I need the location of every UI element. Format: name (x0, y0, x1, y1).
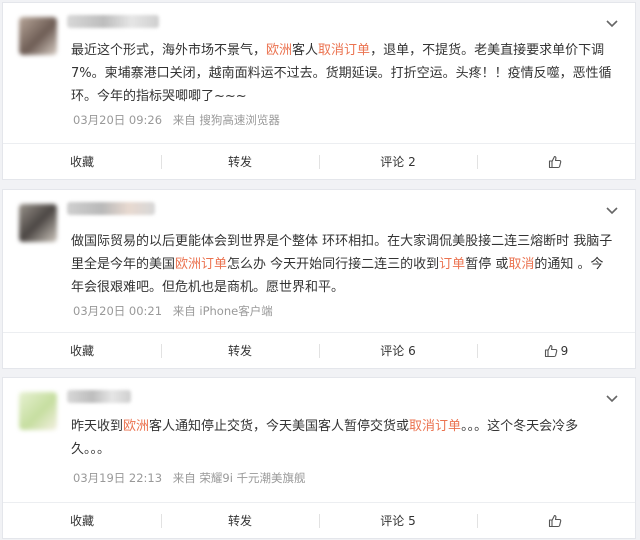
keyword-highlight[interactable]: 欧洲订单 (175, 257, 227, 272)
favorite-label: 收藏 (69, 514, 94, 528)
chevron-down-icon[interactable] (605, 17, 619, 31)
comment-card: 昨天收到欧洲客人通知停止交货，今天美国客人暂停交货或取消订单。。。这个冬天会冷多… (2, 377, 636, 539)
text-segment: 暂停 或 (465, 257, 509, 272)
action-bar: 收藏 转发 评论 2 (3, 143, 635, 179)
timestamp[interactable]: 03月20日 09:26 (73, 113, 162, 127)
comment-meta: 03月20日 09:26 来自 搜狗高速浏览器 (73, 112, 287, 128)
action-bar: 收藏 转发 评论 5 (3, 502, 635, 538)
comment-text: 昨天收到欧洲客人通知停止交货，今天美国客人暂停交货或取消订单。。。这个冬天会冷多… (71, 415, 613, 461)
avatar[interactable] (19, 17, 57, 55)
comment-meta: 03月19日 22:13 来自 荣耀9i 千元潮美旗舰 (73, 470, 313, 486)
favorite-button[interactable]: 收藏 (3, 333, 161, 368)
forward-button[interactable]: 转发 (161, 503, 319, 538)
comment-meta: 03月20日 00:21 来自 iPhone客户端 (73, 303, 280, 319)
username-blurred[interactable] (67, 15, 159, 28)
keyword-highlight[interactable]: 取消订单 (409, 419, 461, 434)
text-segment: 客人通知停止交货，今天美国客人暂停交货或 (149, 419, 410, 434)
comment-button[interactable]: 评论 2 (319, 144, 477, 179)
keyword-highlight[interactable]: 订单 (439, 257, 465, 272)
forward-button[interactable]: 转发 (161, 144, 319, 179)
thumbs-up-icon (548, 155, 561, 168)
like-count: 9 (560, 343, 569, 358)
favorite-button[interactable]: 收藏 (3, 503, 161, 538)
username-blurred[interactable] (67, 202, 155, 215)
comment-card: 最近这个形式，海外市场不景气，欧洲客人取消订单，退单，不提货。老美直接要求单价下… (2, 2, 636, 180)
keyword-highlight[interactable]: 欧洲 (123, 419, 149, 434)
favorite-button[interactable]: 收藏 (3, 144, 161, 179)
like-button[interactable]: 9 (477, 333, 635, 368)
like-button[interactable] (477, 144, 635, 179)
source-client: 来自 iPhone客户端 (172, 304, 273, 318)
username-blurred[interactable] (67, 390, 131, 403)
text-segment: 怎么办 今天开始同行接二连三的收到 (227, 257, 440, 272)
like-button[interactable] (477, 503, 635, 538)
keyword-highlight[interactable]: 取消订单 (318, 43, 370, 58)
comment-button[interactable]: 评论 6 (319, 333, 477, 368)
source-client: 来自 搜狗高速浏览器 (172, 113, 280, 127)
keyword-highlight[interactable]: 欧洲 (266, 43, 292, 58)
comment-text: 最近这个形式，海外市场不景气，欧洲客人取消订单，退单，不提货。老美直接要求单价下… (71, 39, 613, 108)
keyword-highlight[interactable]: 取消 (508, 257, 534, 272)
comment-card: 做国际贸易的以后更能体会到世界是个整体 环环相扣。在大家调侃美股接二连三熔断时 … (2, 189, 636, 369)
thumbs-up-icon (544, 344, 557, 357)
source-client: 来自 荣耀9i 千元潮美旗舰 (172, 471, 306, 485)
timestamp[interactable]: 03月19日 22:13 (73, 471, 162, 485)
favorite-label: 收藏 (69, 155, 94, 169)
action-bar: 收藏 转发 评论 6 9 (3, 332, 635, 368)
comment-count-label: 评论 6 (380, 344, 416, 358)
avatar[interactable] (19, 392, 57, 430)
favorite-label: 收藏 (69, 344, 94, 358)
comment-count-label: 评论 2 (380, 155, 416, 169)
chevron-down-icon[interactable] (605, 392, 619, 406)
comment-button[interactable]: 评论 5 (319, 503, 477, 538)
comment-text: 做国际贸易的以后更能体会到世界是个整体 环环相扣。在大家调侃美股接二连三熔断时 … (71, 230, 613, 299)
comment-count-label: 评论 5 (380, 514, 416, 528)
timestamp[interactable]: 03月20日 00:21 (73, 304, 162, 318)
chevron-down-icon[interactable] (605, 204, 619, 218)
text-segment: 最近这个形式，海外市场不景气， (71, 43, 267, 58)
forward-button[interactable]: 转发 (161, 333, 319, 368)
forward-label: 转发 (227, 344, 252, 358)
text-segment: 昨天收到 (71, 419, 124, 434)
thumbs-up-icon (548, 514, 561, 527)
avatar[interactable] (19, 204, 57, 242)
forward-label: 转发 (227, 514, 252, 528)
forward-label: 转发 (227, 155, 252, 169)
text-segment: 客人 (292, 43, 319, 58)
